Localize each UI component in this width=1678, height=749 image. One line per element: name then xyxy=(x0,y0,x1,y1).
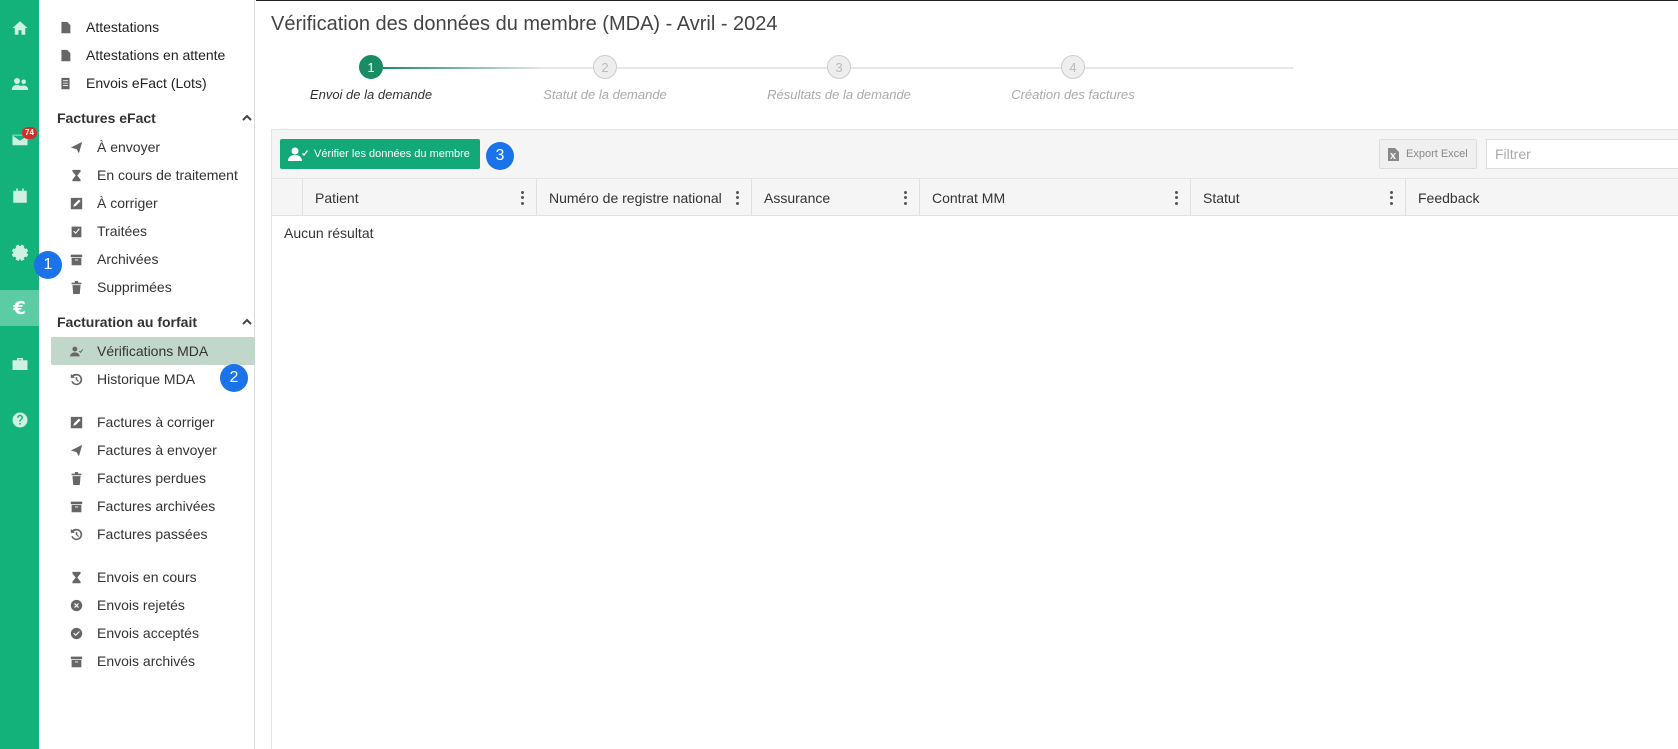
archive-icon xyxy=(68,251,84,267)
history-icon xyxy=(68,371,84,387)
chevron-up-icon xyxy=(242,318,252,325)
annotation-marker-2: 2 xyxy=(220,364,248,392)
user-check-icon xyxy=(288,147,308,161)
column-menu-icon[interactable] xyxy=(1174,190,1178,205)
help-icon[interactable] xyxy=(0,402,39,438)
hourglass-icon xyxy=(68,569,84,585)
user-check-icon xyxy=(68,343,84,359)
page-title: Vérification des données du membre (MDA)… xyxy=(271,13,778,35)
step-resultats-demande[interactable]: 3 Résultats de la demande xyxy=(739,55,939,102)
verify-member-data-button[interactable]: Vérifier les données du membre xyxy=(280,139,480,169)
excel-file-icon xyxy=(1388,147,1399,161)
step-creation-factures[interactable]: 4 Création des factures xyxy=(973,55,1173,102)
sidebar-item-supprimees[interactable]: Supprimées xyxy=(39,273,172,301)
sidebar-item-envois-en-cours[interactable]: Envois en cours xyxy=(39,563,197,591)
filter-input[interactable] xyxy=(1486,139,1678,169)
icon-rail: 74 € xyxy=(0,0,39,749)
column-header-feedback[interactable]: Feedback xyxy=(1405,179,1678,216)
sidebar-item-a-envoyer[interactable]: À envoyer xyxy=(39,133,160,161)
edit-icon xyxy=(68,195,84,211)
send-icon xyxy=(68,442,84,458)
sidebar-item-envois-rejetes[interactable]: Envois rejetés xyxy=(39,591,185,619)
sidebar-item-envois-acceptes[interactable]: Envois acceptés xyxy=(39,619,199,647)
column-header-patient[interactable]: Patient xyxy=(302,179,536,216)
home-icon[interactable] xyxy=(0,10,39,46)
annotation-marker-3: 3 xyxy=(486,142,514,170)
sidebar-item-historique-mda[interactable]: Historique MDA xyxy=(39,365,195,393)
annotation-marker-1: 1 xyxy=(34,251,62,279)
empty-state-text: Aucun résultat xyxy=(284,225,374,241)
step-statut-demande[interactable]: 2 Statut de la demande xyxy=(505,55,705,102)
trash-icon xyxy=(68,470,84,486)
chevron-up-icon xyxy=(242,114,252,121)
column-header-statut[interactable]: Statut xyxy=(1190,179,1405,216)
column-menu-icon[interactable] xyxy=(520,190,524,205)
file-icon xyxy=(57,47,73,63)
sidebar-item-envois-archives[interactable]: Envois archivés xyxy=(39,647,195,675)
archive-icon xyxy=(68,498,84,514)
archive-icon xyxy=(68,653,84,669)
main-content: Vérification des données du membre (MDA)… xyxy=(256,0,1678,749)
sidebar-item-factures-a-envoyer[interactable]: Factures à envoyer xyxy=(39,436,217,464)
sidebar-item-attestations[interactable]: Attestations xyxy=(39,13,159,41)
edit-icon xyxy=(68,414,84,430)
mail-icon[interactable]: 74 xyxy=(0,122,39,158)
step-envoi-demande[interactable]: 1 Envoi de la demande xyxy=(271,55,471,102)
toolbar: Vérifier les données du membre Export Ex… xyxy=(271,129,1678,179)
column-header-contrat-mm[interactable]: Contrat MM xyxy=(919,179,1190,216)
toolbox-icon[interactable] xyxy=(0,346,39,382)
file-icon xyxy=(57,19,73,35)
sidebar-item-factures-a-corriger[interactable]: Factures à corriger xyxy=(39,408,214,436)
trash-icon xyxy=(68,279,84,295)
column-header-assurance[interactable]: Assurance xyxy=(751,179,919,216)
column-menu-icon[interactable] xyxy=(1389,190,1393,205)
sidebar-item-factures-perdues[interactable]: Factures perdues xyxy=(39,464,206,492)
table-header: Patient Numéro de registre national Assu… xyxy=(271,179,1678,216)
users-icon[interactable] xyxy=(0,66,39,102)
send-icon xyxy=(68,139,84,155)
section-header-factures-efact[interactable]: Factures eFact xyxy=(57,106,253,130)
sidebar-item-a-corriger[interactable]: À corriger xyxy=(39,189,158,217)
hourglass-icon xyxy=(68,167,84,183)
sidebar-item-verifications-mda[interactable]: Vérifications MDA xyxy=(51,337,255,365)
sidebar-item-en-cours[interactable]: En cours de traitement xyxy=(39,161,238,189)
export-excel-button[interactable]: Export Excel xyxy=(1379,139,1477,169)
euro-icon[interactable]: € xyxy=(0,290,39,326)
column-header-registre-national[interactable]: Numéro de registre national xyxy=(536,179,751,216)
history-icon xyxy=(68,526,84,542)
check-doc-icon xyxy=(68,223,84,239)
sidebar-item-envois-efact[interactable]: Envois eFact (Lots) xyxy=(39,69,207,97)
sidebar-item-attestations-en-attente[interactable]: Attestations en attente xyxy=(39,41,225,69)
mail-badge: 74 xyxy=(22,127,37,139)
table-body: Aucun résultat xyxy=(271,216,1678,749)
sidebar-item-factures-archivees[interactable]: Factures archivées xyxy=(39,492,215,520)
sidebar-item-factures-passees[interactable]: Factures passées xyxy=(39,520,208,548)
stepper: 1 Envoi de la demande 2 Statut de la dem… xyxy=(271,55,1293,105)
calendar-icon[interactable] xyxy=(0,178,39,214)
column-menu-icon[interactable] xyxy=(735,190,739,205)
check-circle-icon xyxy=(68,625,84,641)
section-header-facturation-forfait[interactable]: Facturation au forfait xyxy=(57,310,253,334)
x-circle-icon xyxy=(68,597,84,613)
sidebar-item-traitees[interactable]: Traitées xyxy=(39,217,147,245)
list-icon xyxy=(57,75,73,91)
column-menu-icon[interactable] xyxy=(903,190,907,205)
